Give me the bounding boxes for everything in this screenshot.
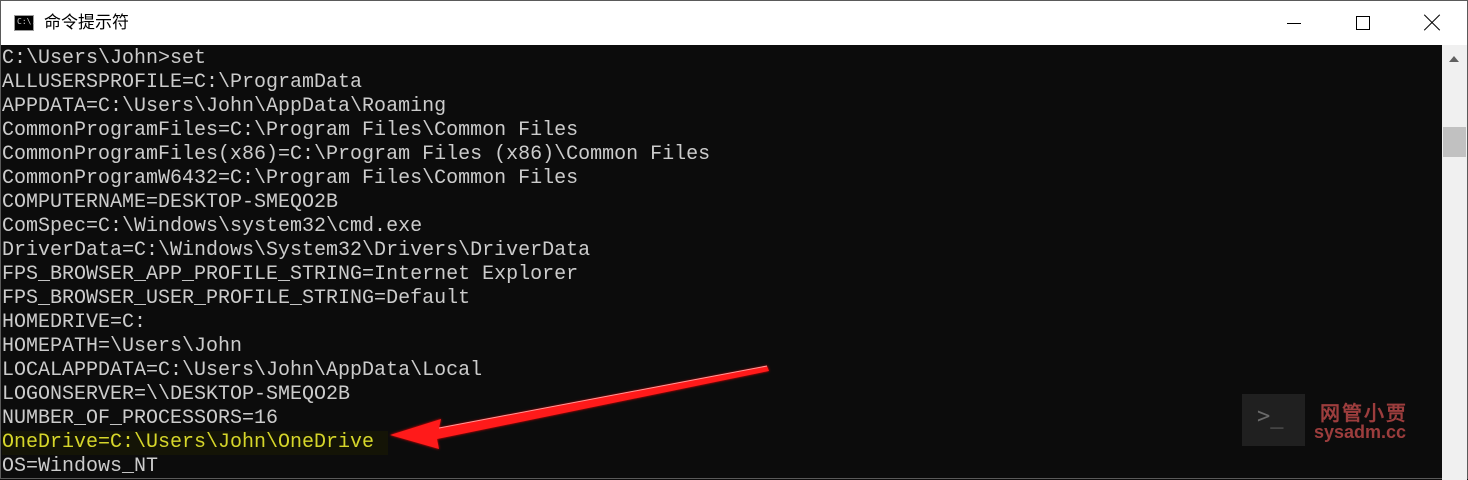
console-line: HOMEPATH=\Users\John (2, 335, 243, 358)
scroll-up-arrow-icon[interactable] (1442, 45, 1467, 75)
console-line: NUMBER_OF_PROCESSORS=16 (2, 407, 279, 430)
watermark-icon-text: >_ (1257, 404, 1284, 429)
console-line-highlighted: OneDrive=C:\Users\John\OneDrive (2, 431, 389, 455)
console-line: C:\Users\John>set (2, 47, 207, 70)
console-line: HOMEDRIVE=C: (2, 311, 147, 334)
close-icon (1424, 15, 1440, 31)
close-button[interactable] (1397, 1, 1467, 45)
minimize-button[interactable] (1259, 1, 1329, 45)
watermark: >_ 网管小贾 sysadm.cc (1242, 394, 1432, 448)
console-line: ComSpec=C:\Windows\system32\cmd.exe (2, 215, 423, 238)
vertical-scrollbar[interactable] (1442, 45, 1467, 480)
maximize-button[interactable] (1328, 1, 1398, 45)
console-line: LOGONSERVER=\\DESKTOP-SMEQO2B (2, 383, 351, 406)
cmd-icon-text: C:\. (17, 17, 37, 26)
terminal-logo-icon: >_ (1242, 394, 1305, 446)
console-line: COMPUTERNAME=DESKTOP-SMEQO2B (2, 191, 339, 214)
console-line: CommonProgramFiles(x86)=C:\Program Files… (2, 143, 711, 166)
console-line: APPDATA=C:\Users\John\AppData\Roaming (2, 95, 447, 118)
console-line: FPS_BROWSER_APP_PROFILE_STRING=Internet … (2, 263, 579, 286)
console-line: DriverData=C:\Windows\System32\Drivers\D… (2, 239, 591, 262)
watermark-en-text: sysadm.cc (1314, 422, 1407, 442)
title-bar[interactable]: C:\. 命令提示符 (1, 1, 1467, 45)
console-line: LOCALAPPDATA=C:\Users\John\AppData\Local (2, 359, 483, 382)
console-line: CommonProgramW6432=C:\Program Files\Comm… (2, 167, 579, 190)
minimize-icon (1287, 22, 1301, 24)
console-output[interactable]: C:\Users\John>set ALLUSERSPROFILE=C:\Pro… (1, 45, 1442, 480)
scrollbar-thumb[interactable] (1443, 127, 1466, 157)
maximize-icon (1356, 16, 1370, 30)
window-title: 命令提示符 (44, 13, 129, 32)
console-line: FPS_BROWSER_USER_PROFILE_STRING=Default (2, 287, 471, 310)
console-line: OS=Windows_NT (2, 455, 159, 478)
console-line: ALLUSERSPROFILE=C:\ProgramData (2, 71, 363, 94)
console-line: CommonProgramFiles=C:\Program Files\Comm… (2, 119, 579, 142)
cmd-window: C:\. 命令提示符 C:\Users\John>set ALLUSERSPRO… (0, 0, 1468, 480)
cmd-app-icon[interactable]: C:\. (14, 15, 37, 31)
